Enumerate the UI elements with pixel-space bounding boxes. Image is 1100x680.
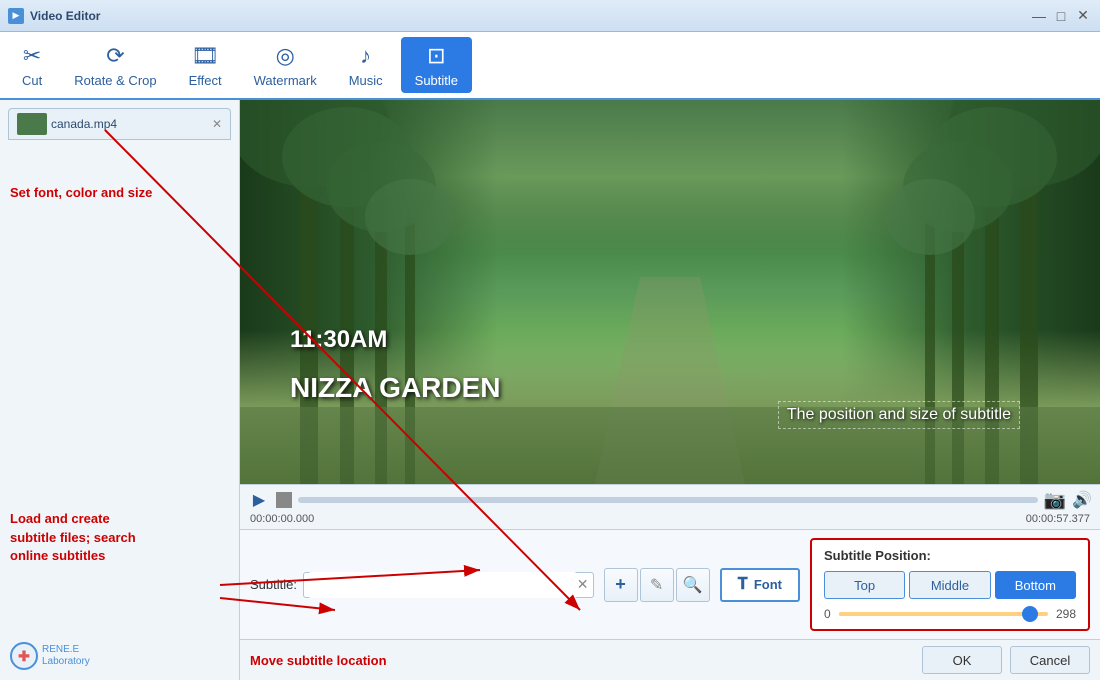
logo-line1: RENE.E [42,644,90,656]
cut-icon: ✂ [23,43,41,69]
add-subtitle-button[interactable]: + [604,568,638,602]
current-time: 00:00:00.000 [250,513,314,525]
pos-middle-button[interactable]: Middle [909,571,990,599]
tab-watermark[interactable]: ◎ Watermark [240,37,331,93]
tab-cut-label: Cut [22,73,42,88]
panel-title: Subtitle Position: [824,548,1076,563]
logo-area: ✚ RENE.E Laboratory [10,642,90,670]
window-controls: — □ ✕ [1030,7,1092,25]
maximize-button[interactable]: □ [1052,7,1070,25]
logo-icon: ✚ [10,642,38,670]
subtitle-icon: ⊡ [427,43,445,69]
tab-subtitle[interactable]: ⊡ Subtitle [401,37,472,93]
playback-time-row: 00:00:00.000 00:00:57.377 [248,513,1092,525]
music-icon: ♪ [360,43,371,69]
file-name: canada.mp4 [51,117,117,131]
tab-music-label: Music [349,73,383,88]
pos-top-button[interactable]: Top [824,571,905,599]
video-area: 11:30AM NIZZA GARDEN The position and si… [240,100,1100,680]
tab-cut[interactable]: ✂ Cut [8,37,56,93]
rotate-icon: ⟳ [106,43,124,69]
annotation-move: Move subtitle location [250,653,914,668]
total-time: 00:00:57.377 [1026,513,1090,525]
subtitle-input-wrapper: ✕ [303,572,594,598]
ok-button[interactable]: OK [922,646,1002,674]
search-subtitle-button[interactable]: 🔍 [676,568,710,602]
minimize-button[interactable]: — [1030,7,1048,25]
tab-subtitle-label: Subtitle [415,73,458,88]
playback-bar: ▶ 📷 🔊 00:00:00.000 00:00:57.377 [240,484,1100,529]
playback-controls: ▶ 📷 🔊 [248,489,1092,511]
logo-line2: Laboratory [42,656,90,668]
app-title: Video Editor [30,9,100,23]
edit-subtitle-button[interactable]: ✎ [640,568,674,602]
position-btn-row: Top Middle Bottom [824,571,1076,599]
slider-max-label: 298 [1056,607,1076,621]
toolbar: ✂ Cut ⟳ Rotate & Crop 🎞 Effect ◎ Waterma… [0,32,1100,100]
pos-bottom-button[interactable]: Bottom [995,571,1076,599]
title-bar: ▶ Video Editor — □ ✕ [0,0,1100,32]
tab-rotate-label: Rotate & Crop [74,73,156,88]
font-icon: 𝐓 [738,576,748,594]
annotation-load: Load and createsubtitle files; searchonl… [10,510,136,565]
file-thumbnail [17,113,47,135]
video-subtitle-overlay: The position and size of subtitle [778,401,1020,429]
app-icon: ▶ [8,8,24,24]
watermark-icon: ◎ [276,43,295,69]
close-button[interactable]: ✕ [1074,7,1092,25]
slider-row: 0 298 [824,607,1076,621]
tab-music[interactable]: ♪ Music [335,37,397,93]
subtitle-label: Subtitle: [250,577,297,592]
video-preview: 11:30AM NIZZA GARDEN The position and si… [240,100,1100,484]
slider-thumb[interactable] [1022,606,1038,622]
annotation-font: Set font, color and size [10,185,152,200]
font-btn-text: Font [754,577,782,592]
subtitle-position-panel: Subtitle Position: Top Middle Bottom 0 2… [810,538,1090,631]
video-background: 11:30AM NIZZA GARDEN The position and si… [240,100,1100,484]
tab-watermark-label: Watermark [254,73,317,88]
cancel-button[interactable]: Cancel [1010,646,1090,674]
progress-bar[interactable] [298,497,1038,503]
tab-rotate[interactable]: ⟳ Rotate & Crop [60,37,170,93]
action-bar: Move subtitle location OK Cancel [240,639,1100,680]
btn-group-container: + ✎ 🔍 [604,568,710,602]
tab-effect[interactable]: 🎞 Effect [175,37,236,93]
file-close-button[interactable]: ✕ [212,117,222,131]
main-area: canada.mp4 ✕ Set font, color and size Lo… [0,100,1100,680]
subtitle-actions: + ✎ 🔍 [604,568,710,602]
tab-effect-label: Effect [189,73,222,88]
sidebar: canada.mp4 ✕ Set font, color and size Lo… [0,100,240,680]
play-button[interactable]: ▶ [248,489,270,511]
stop-button[interactable] [276,492,292,508]
logo-text: RENE.E Laboratory [42,644,90,668]
bottom-controls: Subtitle: ✕ + ✎ 🔍 𝐓 [240,529,1100,639]
volume-icon[interactable]: 🔊 [1072,490,1092,510]
subtitle-input[interactable] [308,572,577,598]
subtitle-input-clear[interactable]: ✕ [577,576,589,593]
video-title-overlay: NIZZA GARDEN [290,372,501,404]
slider-track[interactable] [839,612,1048,616]
slider-fill [839,612,1023,616]
font-button[interactable]: 𝐓 Cut Font [720,568,800,602]
subtitle-input-area: Subtitle: ✕ [250,572,594,598]
video-time-overlay: 11:30AM [290,326,387,354]
slider-min-label: 0 [824,607,831,621]
screenshot-icon[interactable]: 📷 [1044,490,1066,511]
file-tab[interactable]: canada.mp4 ✕ [8,108,231,140]
effect-icon: 🎞 [191,43,219,69]
